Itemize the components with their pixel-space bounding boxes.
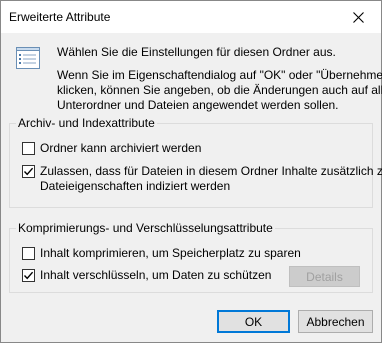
- compress-checkbox[interactable]: [22, 247, 35, 260]
- folder-settings-icon: [15, 45, 41, 71]
- encrypt-label: Inhalt verschlüsseln, um Daten zu schütz…: [40, 268, 272, 282]
- encrypt-option[interactable]: Inhalt verschlüsseln, um Daten zu schütz…: [22, 268, 271, 283]
- intro-line: Wenn Sie im Eigenschaftendialog auf "OK"…: [57, 68, 382, 82]
- cancel-button[interactable]: Abbrechen: [298, 310, 373, 333]
- intro-line: klicken, können Sie angeben, ob die Ände…: [57, 83, 382, 97]
- ok-button[interactable]: OK: [217, 310, 290, 333]
- index-label: Zulassen, dass für Dateien in diesem Ord…: [40, 164, 382, 194]
- index-option[interactable]: Zulassen, dass für Dateien in diesem Ord…: [22, 164, 382, 194]
- details-button[interactable]: Details: [289, 266, 360, 287]
- advanced-attributes-dialog: Erweiterte Attribute Wählen Sie die Eins…: [0, 0, 382, 343]
- intro-heading: Wählen Sie die Einstellungen für diesen …: [57, 45, 336, 59]
- close-icon: [352, 11, 364, 23]
- close-button[interactable]: [335, 1, 381, 33]
- title-bar[interactable]: Erweiterte Attribute: [1, 1, 381, 33]
- compress-option[interactable]: Inhalt komprimieren, um Speicherplatz zu…: [22, 246, 301, 261]
- archive-option[interactable]: Ordner kann archiviert werden: [22, 141, 201, 156]
- archive-index-group: Archiv- und Indexattribute Ordner kann a…: [9, 116, 382, 208]
- window-title: Erweiterte Attribute: [9, 10, 111, 24]
- encrypt-checkbox[interactable]: [22, 269, 35, 282]
- index-checkbox[interactable]: [22, 165, 35, 178]
- index-label-line: Zulassen, dass für Dateien in diesem Ord…: [40, 164, 382, 178]
- compress-encrypt-group-title: Komprimierungs- und Verschlüsselungsattr…: [16, 221, 275, 235]
- archive-label: Ordner kann archiviert werden: [40, 141, 202, 155]
- intro-line: Unterordner und Dateien angewendet werde…: [57, 98, 339, 112]
- index-label-line: Dateieigenschaften indiziert werden: [40, 179, 231, 193]
- checkmark-icon: [23, 167, 34, 176]
- checkmark-icon: [23, 271, 34, 280]
- intro-text: Wählen Sie die Einstellungen für diesen …: [57, 45, 382, 113]
- compress-encrypt-group: Komprimierungs- und Verschlüsselungsattr…: [9, 221, 373, 293]
- archive-index-group-title: Archiv- und Indexattribute: [16, 116, 157, 130]
- archive-checkbox[interactable]: [22, 142, 35, 155]
- compress-label: Inhalt komprimieren, um Speicherplatz zu…: [40, 246, 301, 260]
